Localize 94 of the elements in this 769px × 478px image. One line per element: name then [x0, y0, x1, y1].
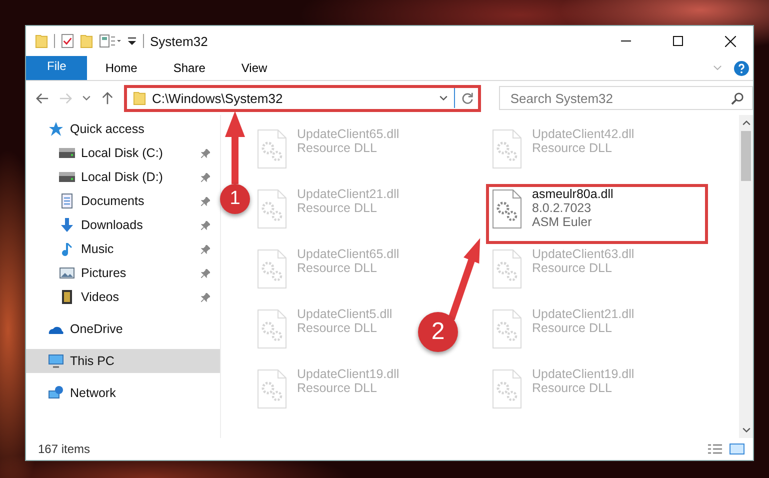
dropdown-icon[interactable] [127, 36, 137, 46]
downloads-icon [59, 217, 75, 233]
ribbon-tab[interactable]: View [223, 56, 286, 80]
sidebar-item[interactable]: Pictures [26, 261, 220, 285]
file-detail: Resource DLL [297, 381, 378, 395]
file-name: UpdateClient5.dll [297, 307, 392, 321]
pictures-icon [59, 265, 75, 281]
gear-file-icon [257, 189, 287, 229]
sidebar-item[interactable]: Quick access [26, 117, 220, 141]
sidebar-item[interactable]: Documents [26, 189, 220, 213]
window-title: System32 [150, 34, 208, 48]
maximize-icon [673, 36, 683, 46]
drive-icon [59, 145, 75, 161]
file-detail: Resource DLL [532, 321, 613, 335]
back-arrow-icon[interactable] [36, 92, 49, 104]
properties-icon[interactable] [61, 33, 74, 49]
computer-icon [48, 353, 64, 369]
search-icon [731, 92, 744, 104]
file-detail: Resource DLL [532, 261, 613, 275]
file-detail: Resource DLL [297, 201, 378, 215]
caret-icon[interactable] [439, 95, 448, 101]
recent-caret-icon[interactable] [82, 95, 91, 101]
view-options-icon[interactable] [99, 33, 121, 49]
file-name: UpdateClient63.dll [532, 247, 634, 261]
file-tab[interactable]: File [26, 56, 88, 80]
gear-file-icon [492, 369, 522, 409]
file-name: UpdateClient42.dll [532, 127, 634, 141]
gear-file-icon [257, 249, 287, 289]
documents-icon [59, 193, 75, 209]
file-detail: Resource DLL [532, 141, 613, 155]
file-name: UpdateClient65.dll [297, 247, 400, 261]
folder-icon [132, 90, 146, 106]
details-view-icon[interactable] [707, 443, 723, 455]
address-bar[interactable]: C:\Windows\System32 [124, 84, 482, 112]
music-icon [59, 241, 75, 257]
file-name: UpdateClient19.dll [532, 367, 634, 381]
sidebar-item[interactable]: Local Disk (D:) [26, 165, 220, 189]
sidebar-label: Network [70, 386, 116, 400]
gear-file-icon [257, 309, 287, 349]
file-name: UpdateClient21.dll [532, 307, 634, 321]
gear-file-icon [492, 189, 522, 229]
sidebar-label: Documents [81, 194, 144, 208]
search-box[interactable]: Search System32 [499, 86, 754, 110]
up-arrow-icon[interactable] [100, 92, 114, 104]
sidebar-label: Quick access [70, 122, 144, 136]
network-icon [48, 385, 64, 401]
sidebar-item[interactable]: Videos [26, 285, 220, 309]
scroll-down-icon[interactable] [742, 426, 750, 434]
sidebar-label: Downloads [81, 218, 143, 232]
file-item[interactable]: asmeulr80a.dll 8.0.2.7023 ASM Euler [486, 184, 708, 244]
sidebar-label: OneDrive [70, 322, 123, 336]
videos-icon [59, 289, 75, 305]
gear-file-icon [492, 129, 522, 169]
gear-file-icon [492, 309, 522, 349]
sidebar-item[interactable]: Downloads [26, 213, 220, 237]
scroll-thumb[interactable] [741, 131, 751, 181]
file-name: UpdateClient65.dll [297, 127, 400, 141]
sidebar-item[interactable]: Network [26, 381, 220, 405]
large-icons-view-icon[interactable] [729, 443, 745, 455]
file-name: asmeulr80a.dll [532, 187, 614, 201]
sidebar-label: Music [81, 242, 114, 256]
file-name: UpdateClient21.dll [297, 187, 400, 201]
sidebar-item[interactable]: Local Disk (C:) [26, 141, 220, 165]
close-icon [724, 36, 736, 46]
minimize-icon [621, 40, 631, 42]
sidebar-label: Pictures [81, 266, 126, 280]
sidebar-label: This PC [70, 354, 114, 368]
sidebar-label: Videos [81, 290, 119, 304]
gear-file-icon [257, 129, 287, 169]
ribbon-tab[interactable]: Share [155, 56, 224, 80]
refresh-icon[interactable] [461, 92, 474, 104]
sidebar-item[interactable]: OneDrive [26, 317, 220, 341]
star-icon [48, 121, 64, 137]
file-detail: Resource DLL [532, 381, 613, 395]
sidebar-label: Local Disk (C:) [81, 146, 163, 160]
file-detail: ASM Euler [532, 215, 593, 229]
help-icon[interactable] [734, 60, 749, 76]
sidebar-label: Local Disk (D:) [81, 170, 163, 184]
scrollbar[interactable] [739, 115, 753, 438]
ribbon-tab[interactable]: Home [87, 56, 156, 80]
file-detail: Resource DLL [297, 141, 378, 155]
gear-file-icon [492, 249, 522, 289]
address-path: C:\Windows\System32 [152, 90, 283, 106]
sidebar-item[interactable]: This PC [26, 349, 220, 373]
gear-file-icon [257, 369, 287, 409]
item-count: 167 items [38, 442, 90, 456]
file-detail: Resource DLL [297, 261, 378, 275]
drive-icon [59, 169, 75, 185]
file-detail: 8.0.2.7023 [532, 201, 592, 215]
expand-ribbon-icon[interactable] [713, 65, 722, 71]
sidebar-item[interactable]: Music [26, 237, 220, 261]
scroll-up-icon[interactable] [742, 119, 750, 127]
file-detail: Resource DLL [297, 321, 378, 335]
file-name: UpdateClient19.dll [297, 367, 400, 381]
